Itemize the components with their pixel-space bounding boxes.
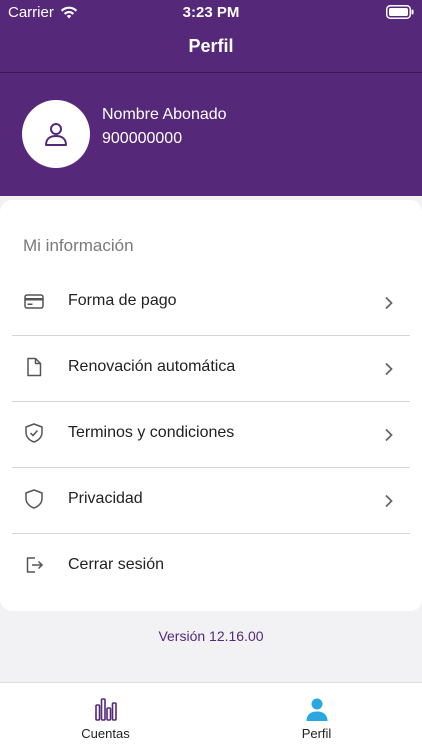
profile-name: Nombre Abonado	[102, 106, 227, 123]
chevron-right-icon	[385, 362, 393, 376]
status-time: 3:23 PM	[182, 4, 240, 21]
shield-check-icon	[25, 423, 43, 443]
menu-item-label: Renovación automática	[68, 358, 236, 375]
menu-item-label: Forma de pago	[68, 292, 177, 309]
profile-text: Nombre Abonado 900000000	[102, 104, 227, 150]
document-icon	[27, 357, 42, 377]
app-version: Versión 12.16.00	[158, 628, 264, 644]
page-title: Perfil	[188, 36, 234, 56]
chevron-right-icon	[385, 428, 393, 442]
person-icon	[306, 698, 327, 721]
chevron-right-icon	[385, 494, 393, 508]
tab-cuentas[interactable]: Cuentas	[0, 683, 211, 750]
tab-label: Perfil	[301, 726, 332, 741]
section-title: Mi información	[23, 236, 134, 255]
info-card: Mi información Forma de pago Renovación …	[0, 200, 422, 611]
nav-divider	[0, 72, 422, 73]
menu-item-label: Cerrar sesión	[68, 556, 165, 573]
logout-icon	[26, 557, 44, 573]
chevron-right-icon	[385, 296, 393, 310]
person-outline-icon	[45, 123, 67, 146]
profile-header: Carrier 3:23 PM Perfil Nombre Abonado 90…	[0, 0, 422, 196]
profile-summary: Nombre Abonado 900000000	[22, 100, 227, 168]
credit-card-icon	[24, 294, 44, 309]
profile-phone: 900000000	[102, 130, 183, 147]
bar-chart-icon	[94, 698, 117, 721]
menu-item-privacy[interactable]: Privacidad	[0, 468, 422, 534]
menu-item-payment-method[interactable]: Forma de pago	[0, 270, 422, 336]
menu-item-label: Privacidad	[68, 490, 143, 507]
shield-icon	[25, 489, 43, 509]
menu-item-label: Terminos y condiciones	[68, 424, 235, 441]
menu-item-logout[interactable]: Cerrar sesión	[0, 534, 422, 600]
tab-label: Cuentas	[81, 726, 130, 741]
battery-icon	[386, 5, 414, 19]
info-menu: Forma de pago Renovación automática Term…	[0, 270, 422, 600]
status-bar: Carrier 3:23 PM	[0, 0, 422, 26]
menu-item-terms[interactable]: Terminos y condiciones	[0, 402, 422, 468]
tab-bar: Cuentas Perfil	[0, 682, 422, 750]
avatar	[22, 100, 90, 168]
menu-item-auto-renewal[interactable]: Renovación automática	[0, 336, 422, 402]
tab-perfil[interactable]: Perfil	[211, 683, 422, 750]
